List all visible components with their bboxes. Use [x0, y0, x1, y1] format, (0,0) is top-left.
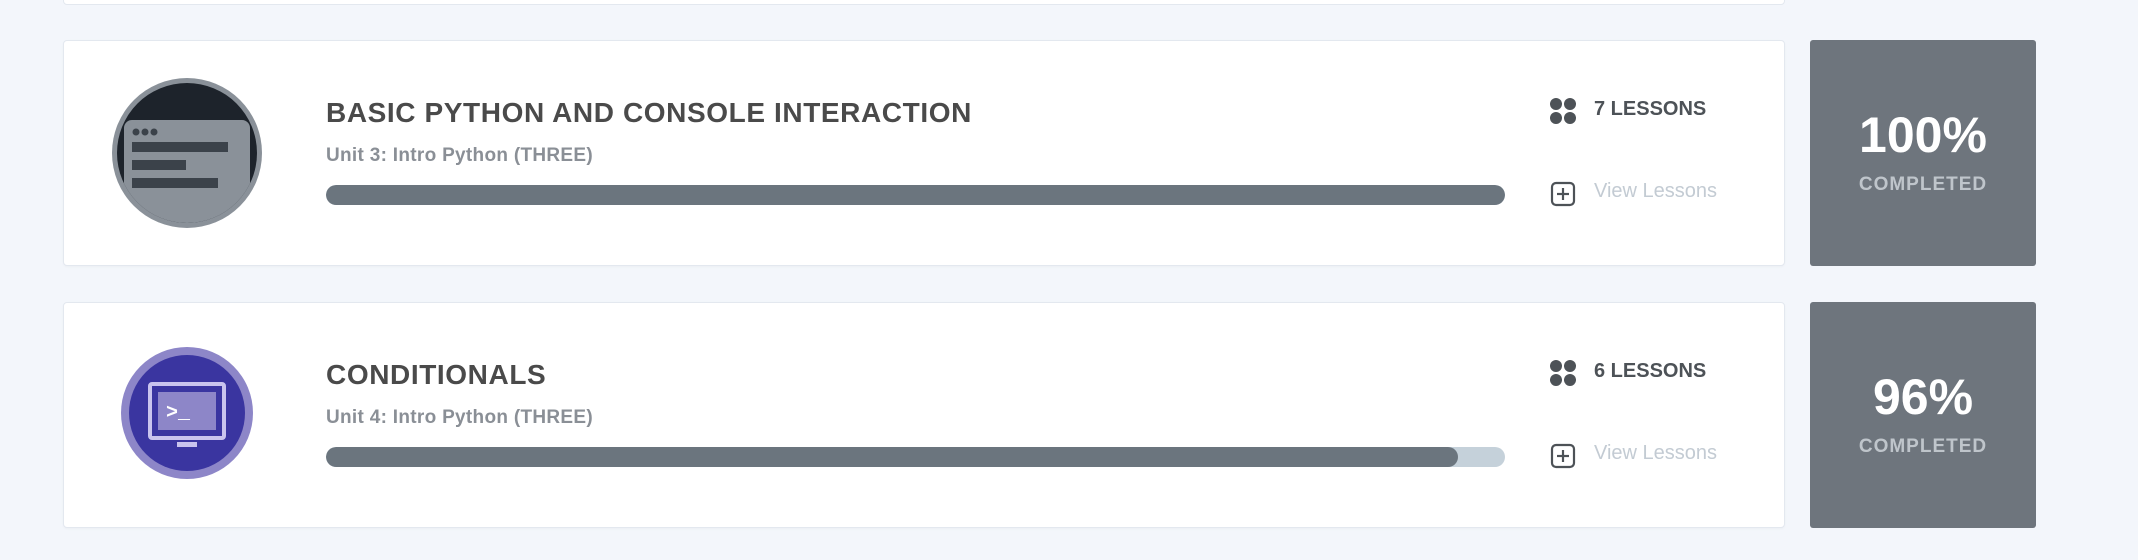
plus-square-icon[interactable] — [1550, 181, 1576, 207]
previous-unit-card — [63, 0, 1785, 5]
plus-square-icon[interactable] — [1550, 443, 1576, 469]
completion-box: 100% COMPLETED — [1810, 40, 2036, 266]
svg-text:>_: >_ — [166, 402, 191, 425]
completion-percent: 100% — [1859, 107, 1987, 163]
unit-card[interactable]: BASIC PYTHON AND CONSOLE INTERACTION Uni… — [63, 40, 1785, 266]
unit-row: >_ CONDITIONALS Unit 4: Intro Python (TH… — [0, 302, 2138, 528]
lessons-grid-icon — [1550, 98, 1576, 124]
unit-title: CONDITIONALS — [326, 359, 547, 390]
completion-box: 96% COMPLETED — [1810, 302, 2036, 528]
browser-window-icon — [112, 78, 262, 228]
completion-percent: 96% — [1872, 369, 1974, 425]
view-lessons-link[interactable]: View Lessons — [1594, 442, 1717, 465]
unit-title: BASIC PYTHON AND CONSOLE INTERACTION — [326, 97, 972, 128]
progress-fill — [326, 185, 1505, 205]
completion-label: COMPLETED — [1858, 436, 1988, 457]
progress-bar — [326, 447, 1505, 467]
progress-fill — [326, 447, 1458, 467]
completion-label: COMPLETED — [1858, 174, 1988, 195]
lessons-count: 6 LESSONS — [1594, 360, 1707, 382]
progress-bar — [326, 185, 1505, 205]
view-lessons-link[interactable]: View Lessons — [1594, 180, 1717, 203]
unit-subtitle: Unit 4: Intro Python (THREE) — [326, 407, 593, 428]
lessons-count: 7 LESSONS — [1594, 98, 1707, 120]
unit-subtitle: Unit 3: Intro Python (THREE) — [326, 145, 593, 166]
unit-row: BASIC PYTHON AND CONSOLE INTERACTION Uni… — [0, 40, 2138, 266]
unit-card[interactable]: >_ CONDITIONALS Unit 4: Intro Python (TH… — [63, 302, 1785, 528]
terminal-monitor-icon: >_ — [121, 347, 253, 479]
lessons-grid-icon — [1550, 360, 1576, 386]
